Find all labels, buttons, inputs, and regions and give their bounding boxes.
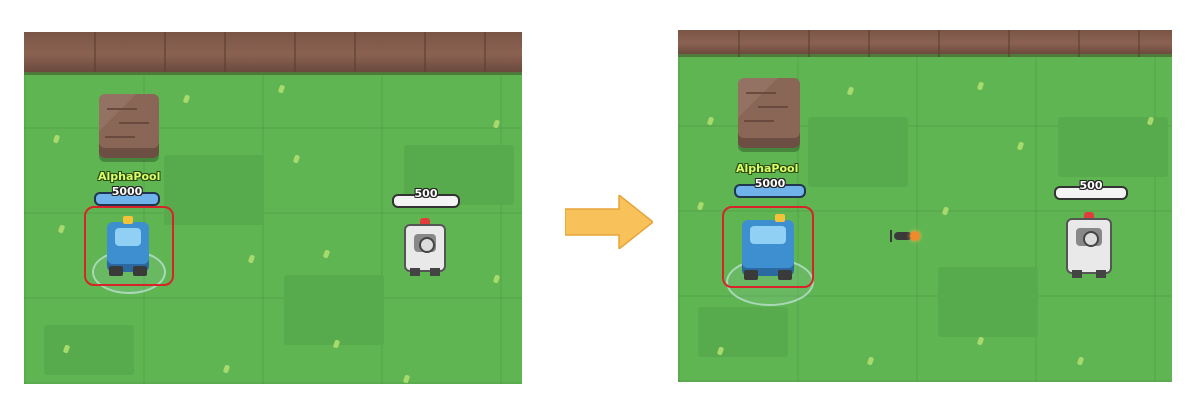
enemy-hp-value: 500	[414, 187, 438, 200]
rock-obstacle	[99, 94, 159, 158]
player-highlight-box	[722, 206, 814, 288]
player-name-label: AlphaPool	[98, 170, 161, 183]
stone-wall	[24, 32, 522, 75]
player-name-label: AlphaPool	[736, 162, 799, 175]
stone-wall	[678, 30, 1172, 70]
enemy-hp-value: 500	[1079, 179, 1103, 192]
frame-before: AlphaPool 5000 500	[24, 32, 522, 384]
enemy-robot-tank	[1066, 212, 1112, 278]
player-hp-bar: 5000	[94, 185, 160, 206]
right-arrow-icon	[565, 195, 653, 249]
frame-after: AlphaPool 5000 500	[678, 30, 1172, 382]
enemy-robot-tank	[404, 218, 446, 276]
player-hp-value: 5000	[754, 177, 786, 190]
player-highlight-box	[84, 206, 174, 286]
rocket-icon	[890, 230, 920, 242]
enemy-hp-bar: 500	[392, 187, 460, 208]
enemy-hp-bar: 500	[1054, 179, 1128, 200]
player-hp-value: 5000	[111, 185, 143, 198]
player-hp-bar: 5000	[734, 177, 806, 198]
rock-obstacle	[738, 78, 800, 148]
